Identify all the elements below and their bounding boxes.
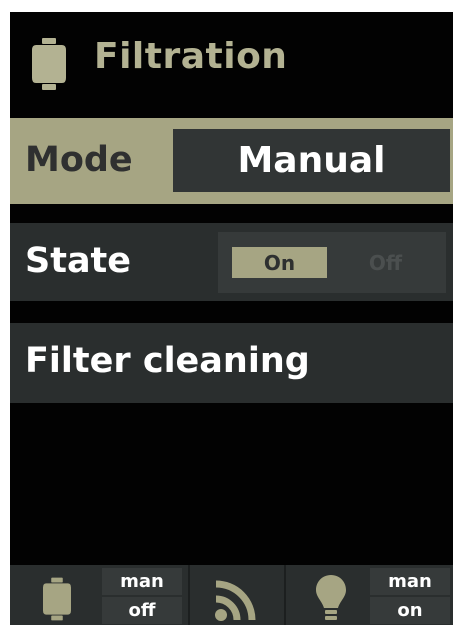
lightbulb-icon <box>316 575 346 620</box>
mode-label: Mode <box>25 140 133 180</box>
light-state-badge: on <box>370 597 450 624</box>
state-on-option[interactable]: On <box>232 247 327 278</box>
state-toggle[interactable]: On Off <box>218 232 446 293</box>
state-row: State On Off <box>10 223 453 301</box>
state-label: State <box>25 241 132 281</box>
filter-canister-icon <box>43 577 71 621</box>
mode-value-selector[interactable]: Manual <box>173 129 450 192</box>
wireless-signal-icon <box>215 580 256 621</box>
mode-row[interactable]: Mode Manual <box>10 118 453 204</box>
light-mode-badge: man <box>370 568 450 595</box>
status-signal[interactable] <box>190 565 284 625</box>
filtration-mode-badge: man <box>102 568 182 595</box>
header: Filtration <box>10 12 453 112</box>
status-filtration[interactable]: man off <box>10 565 187 625</box>
status-bar: man off man on <box>10 565 453 625</box>
filter-canister-icon <box>32 38 66 90</box>
status-light[interactable]: man on <box>286 565 453 625</box>
filtration-state-badge: off <box>102 597 182 624</box>
device-screen: Filtration Mode Manual State On Off Filt… <box>10 12 453 625</box>
filter-cleaning-item[interactable]: Filter cleaning <box>10 323 453 403</box>
page-title: Filtration <box>94 36 288 77</box>
filter-cleaning-label: Filter cleaning <box>25 341 310 381</box>
state-off-option[interactable]: Off <box>338 247 433 278</box>
